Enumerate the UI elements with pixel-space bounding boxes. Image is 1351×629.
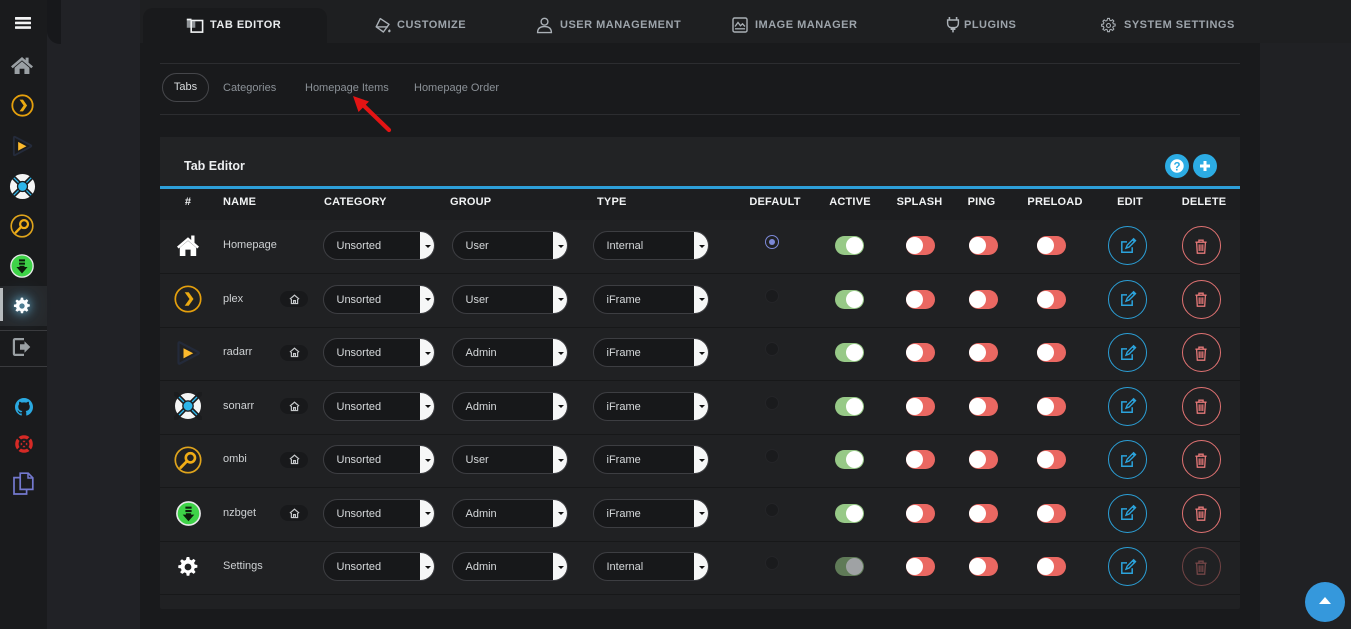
svg-text:?: ? xyxy=(1173,161,1180,173)
